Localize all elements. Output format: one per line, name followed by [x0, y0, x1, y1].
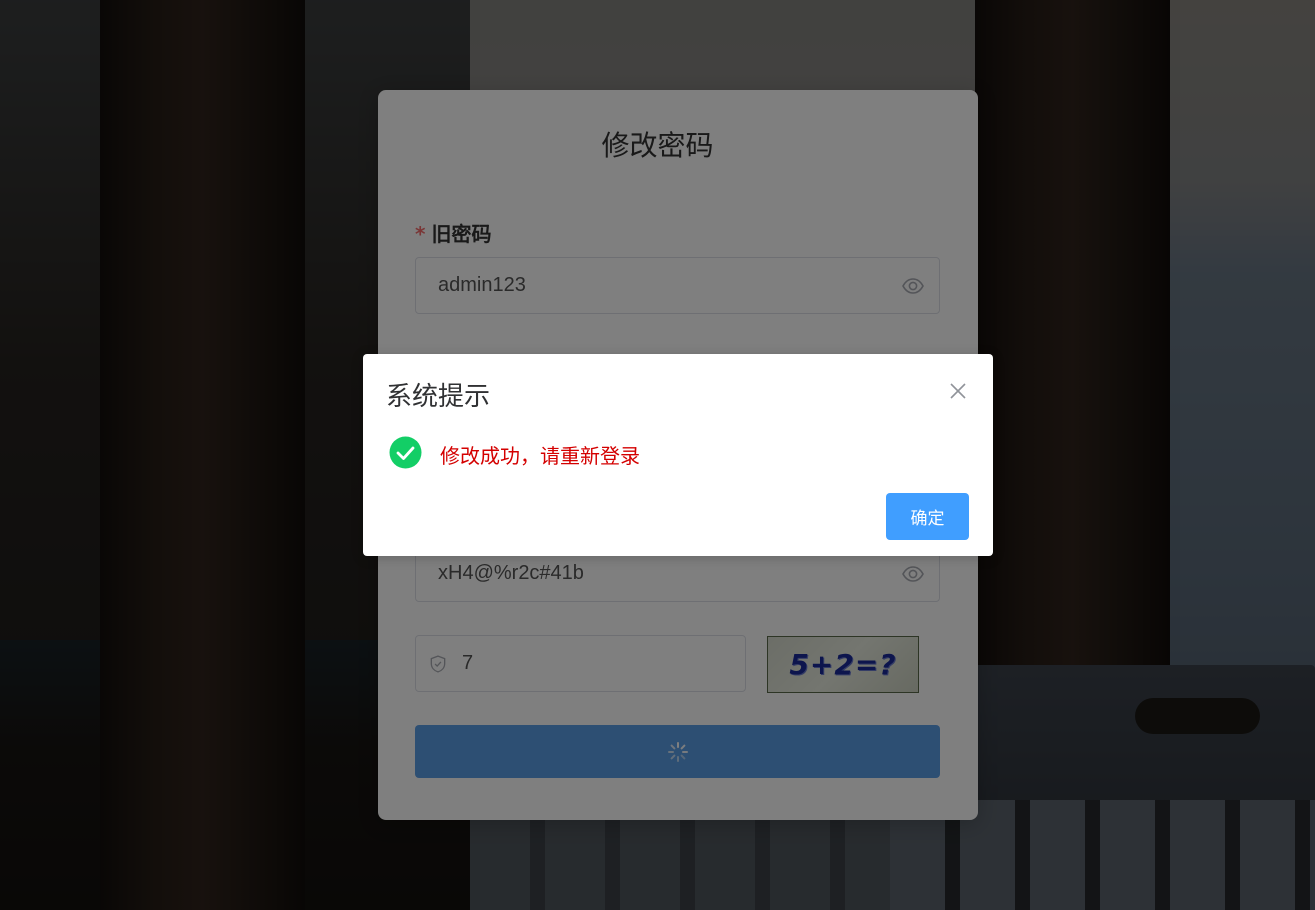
confirm-button[interactable]: 确定	[886, 493, 969, 540]
close-icon[interactable]	[949, 382, 967, 400]
dialog-message: 修改成功，请重新登录	[440, 444, 640, 468]
message-box: 系统提示 修改成功，请重新登录 确定	[363, 354, 993, 556]
dialog-title: 系统提示	[386, 382, 491, 412]
check-circle-icon	[389, 436, 422, 469]
